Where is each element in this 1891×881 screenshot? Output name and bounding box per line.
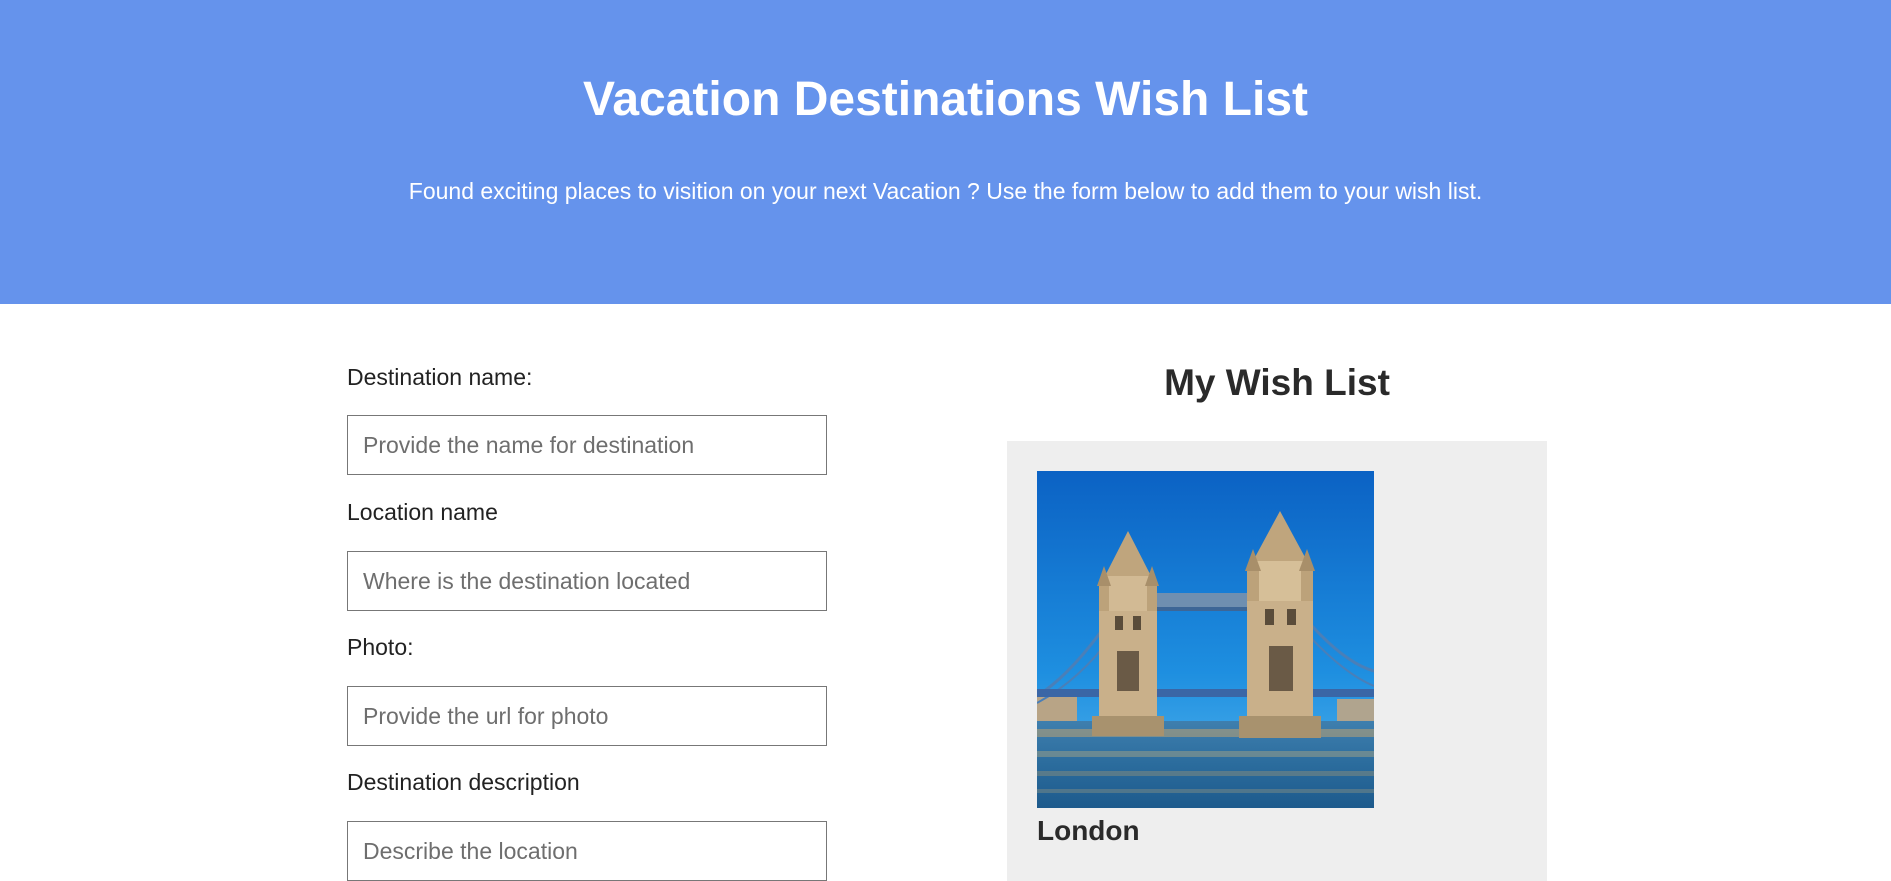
page-subtitle: Found exciting places to visition on you… bbox=[408, 178, 1483, 204]
wishlist-container: London bbox=[1007, 441, 1547, 881]
photo-url-input[interactable] bbox=[347, 686, 827, 746]
destination-name-label: Destination name: bbox=[347, 364, 533, 390]
destination-photo bbox=[1037, 471, 1374, 808]
tower-bridge-image bbox=[1037, 471, 1374, 808]
destination-description-label: Destination description bbox=[347, 769, 580, 795]
destination-card-name: London bbox=[1037, 815, 1140, 846]
destination-name-input[interactable] bbox=[347, 415, 827, 475]
wishlist-title: My Wish List bbox=[1164, 362, 1390, 403]
location-name-label: Location name bbox=[347, 499, 498, 525]
page-header: Vacation Destinations Wish List Found ex… bbox=[0, 0, 1891, 304]
page-title: Vacation Destinations Wish List bbox=[582, 73, 1309, 126]
photo-label: Photo: bbox=[347, 634, 414, 660]
destination-description-input[interactable] bbox=[347, 821, 827, 881]
location-name-input[interactable] bbox=[347, 551, 827, 611]
